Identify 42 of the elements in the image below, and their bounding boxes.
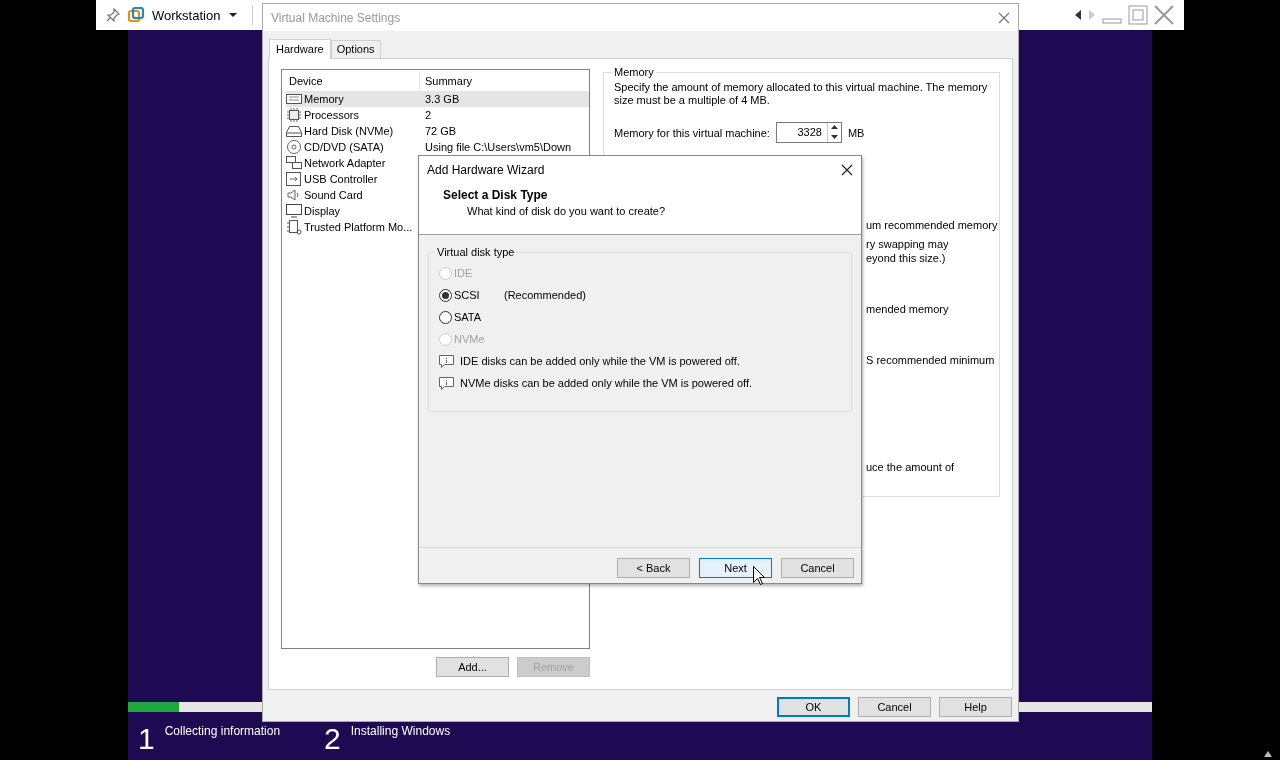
device-name: Network Adapter	[304, 157, 386, 169]
device-name: CD/DVD (SATA)	[304, 141, 384, 153]
option-note: (Recommended)	[504, 289, 586, 301]
device-summary: 72 GB	[424, 125, 457, 137]
description-text: Specify the amount of memory allocated to this virtual machine. The memory size must be a multiple of 4 MB.	[614, 81, 989, 107]
device-name: Memory	[304, 93, 344, 105]
option-label: SCSI	[454, 289, 481, 301]
column-header: Summary	[424, 75, 473, 87]
option-label: NVMe	[454, 333, 486, 345]
step-heading: Select a Disk Type	[443, 188, 549, 202]
device-summary: 3.3 GB	[424, 93, 460, 105]
note-text: uce the amount of	[866, 460, 955, 474]
info-text: IDE disks can be added only while the VM is powered off.	[460, 355, 740, 367]
device-name: Sound Card	[304, 189, 363, 201]
unit-label: MB	[847, 126, 865, 139]
dialog-title: Add Hardware Wizard	[427, 162, 545, 177]
step-number: 2	[324, 721, 341, 757]
step-label: Installing Windows	[350, 723, 451, 740]
note-text: S recommended minimum	[866, 353, 995, 367]
app-title: Workstation	[152, 7, 221, 23]
device-name: Display	[304, 205, 341, 217]
device-summary: Using file C:\Users\vm5\Down	[424, 141, 572, 153]
note-text: eyond this size.)	[866, 251, 946, 265]
note-text: ry swapping may	[866, 237, 949, 251]
note-text: um recommended memory	[866, 218, 998, 232]
window-title: Virtual Machine Settings	[271, 10, 401, 25]
device-name: USB Controller	[304, 173, 378, 185]
option-label: SATA	[454, 311, 483, 323]
group-title: Memory	[613, 66, 655, 78]
step-description: What kind of disk do you want to create?	[466, 205, 667, 217]
device-name: Trusted Platform Mo...	[304, 221, 413, 233]
group-title: Virtual disk type	[436, 246, 516, 258]
info-text: NVMe disks can be added only while the VM is powered off.	[460, 377, 753, 389]
device-name: Processors	[304, 109, 360, 121]
device-name: Hard Disk (NVMe)	[304, 125, 394, 137]
step-number: 1	[138, 721, 155, 757]
option-label: IDE	[454, 267, 474, 279]
step-label: Collecting information	[164, 723, 281, 740]
field-label: Memory for this virtual machine:	[614, 126, 770, 139]
device-summary: 2	[424, 109, 432, 121]
note-text: mended memory	[866, 302, 949, 316]
column-header: Device	[286, 72, 420, 90]
